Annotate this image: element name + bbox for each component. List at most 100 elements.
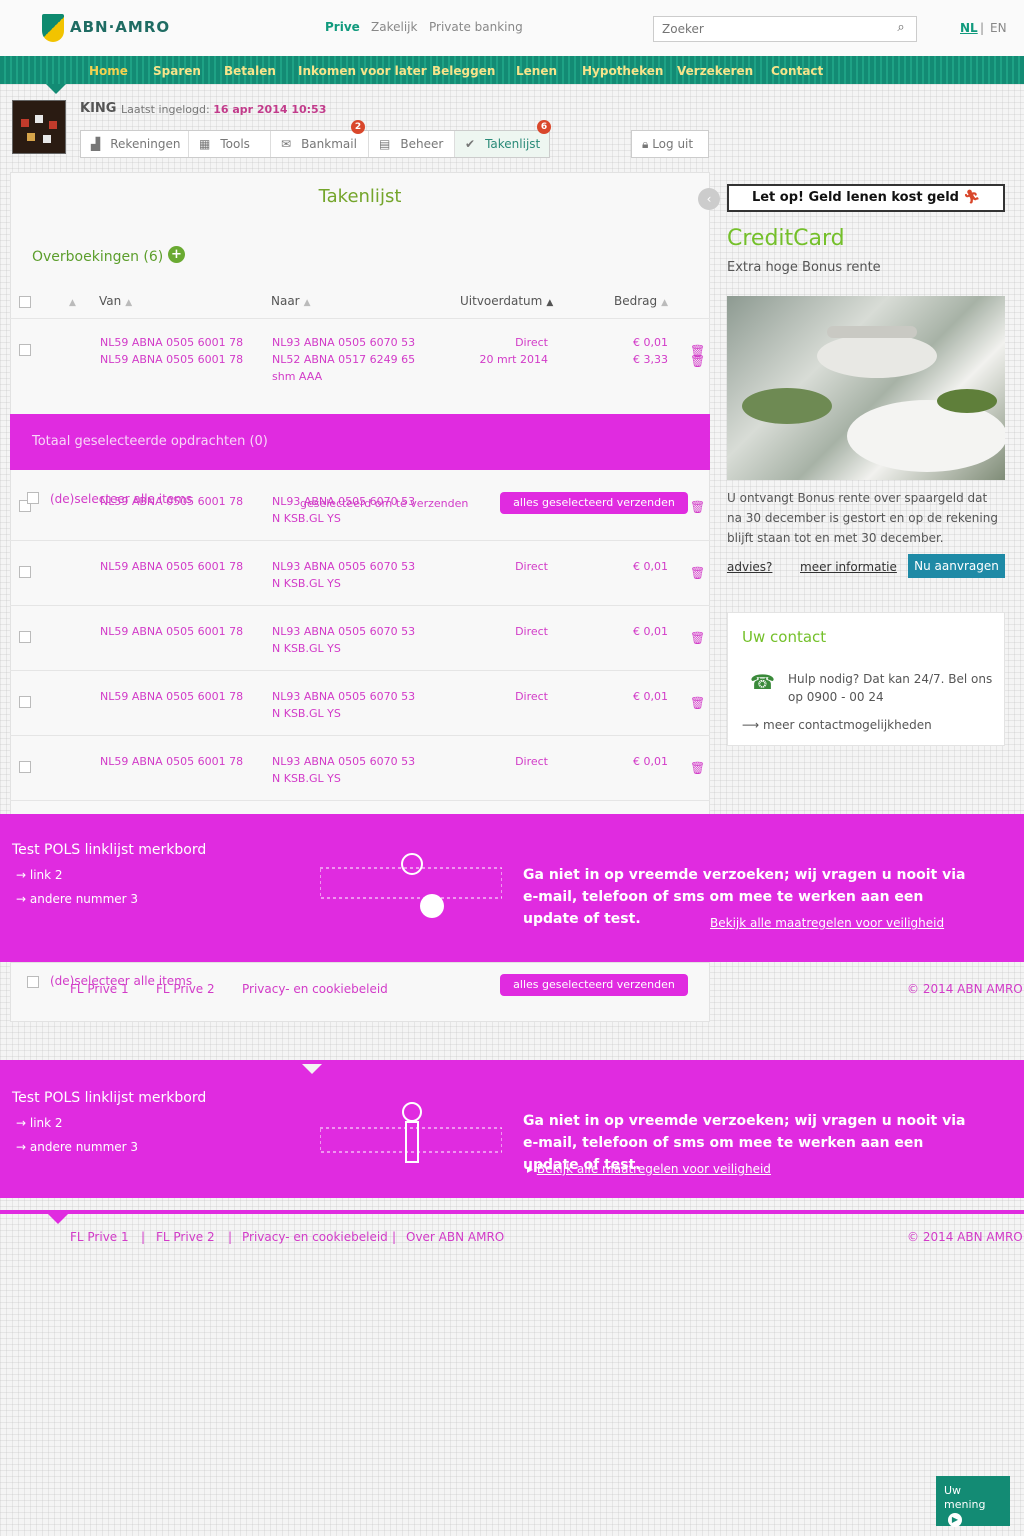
- row-to: NL93 ABNA 0505 6070 53: [272, 336, 416, 349]
- col-from[interactable]: Van ▲: [99, 294, 132, 308]
- security-link[interactable]: Bekijk alle maatregelen voor veiligheid: [710, 916, 944, 930]
- trash-icon[interactable]: 🗑︎: [690, 696, 705, 710]
- security-illustration: [319, 1100, 503, 1172]
- row-from: NL59 ABNA 0505 6001 78: [100, 690, 244, 703]
- row-to: NL93 ABNA 0505 6070 53: [272, 755, 416, 768]
- subnav-rekeningen[interactable]: ▟ Rekeningen: [81, 131, 189, 157]
- brand-logo[interactable]: ABN·AMRO: [42, 14, 177, 50]
- segment-zakelijk[interactable]: Zakelijk: [371, 20, 417, 34]
- row-date: Direct: [515, 690, 548, 703]
- feedback-button[interactable]: Uw mening ▶: [936, 1476, 1010, 1527]
- footer-bottom-link[interactable]: Privacy- en cookiebeleid: [242, 982, 388, 996]
- lock-icon: 🔒︎: [642, 137, 653, 151]
- footer-link[interactable]: → link 2: [16, 1116, 63, 1130]
- trash-icon[interactable]: 🗑︎: [690, 500, 705, 514]
- select-all-checkbox[interactable]: [27, 976, 39, 988]
- row-checkbox[interactable]: [19, 631, 31, 643]
- nav-contact[interactable]: Contact: [771, 64, 823, 78]
- row-amount: € 0,01: [633, 690, 668, 703]
- footer-link[interactable]: → andere nummer 3: [16, 892, 138, 906]
- footer-bottom-link[interactable]: Over ABN AMRO: [406, 1230, 504, 1244]
- row-separator: [10, 318, 710, 319]
- segment-private-banking[interactable]: Private banking: [429, 20, 523, 34]
- trash-icon[interactable]: 🗑︎: [690, 354, 705, 368]
- row-from: NL59 ABNA 0505 6001 78: [100, 353, 244, 366]
- subnav-beheer[interactable]: ▤ Beheer: [369, 131, 455, 157]
- row-date: Direct: [515, 336, 548, 349]
- row-date: Direct: [515, 560, 548, 573]
- row-checkbox[interactable]: [19, 696, 31, 708]
- nav-sparen[interactable]: Sparen: [153, 64, 201, 78]
- row-amount: € 0,01: [633, 755, 668, 768]
- nav-home[interactable]: Home: [89, 64, 128, 78]
- segment-prive[interactable]: Prive: [325, 20, 360, 34]
- nav-hypotheken[interactable]: Hypotheken: [582, 64, 663, 78]
- footer-separator: |: [228, 1230, 233, 1244]
- header-checkbox[interactable]: [19, 296, 31, 308]
- nav-pointer: [46, 84, 66, 94]
- row-date: Direct: [515, 625, 548, 638]
- copyright: © 2014 ABN AMRO: [907, 982, 1023, 996]
- footer-link[interactable]: → andere nummer 3: [16, 1140, 138, 1154]
- promo-image: [727, 296, 1005, 480]
- row-checkbox[interactable]: [19, 344, 31, 356]
- apply-button[interactable]: Nu aanvragen: [908, 554, 1005, 578]
- trash-icon[interactable]: 🗑︎: [690, 761, 705, 775]
- col-amount[interactable]: Bedrag ▲: [614, 294, 668, 308]
- trash-icon[interactable]: 🗑︎: [690, 566, 705, 580]
- nav-beleggen[interactable]: Beleggen: [432, 64, 495, 78]
- row-from: NL59 ABNA 0505 6001 78: [100, 495, 244, 508]
- footer-link[interactable]: → link 2: [16, 868, 63, 882]
- subnav-bankmail[interactable]: ✉ Bankmail: [271, 131, 369, 157]
- loan-warning-label: Let op! Geld lenen kost geld: [751, 190, 959, 205]
- footer-bottom-link[interactable]: FL Prive 2: [156, 1230, 215, 1244]
- search-icon[interactable]: ⌕: [893, 20, 909, 36]
- advice-link[interactable]: advies?: [727, 560, 772, 574]
- subnav-takenlijst[interactable]: ✔ Takenlijst: [455, 131, 549, 157]
- row-checkbox[interactable]: [19, 761, 31, 773]
- footer-bottom-link[interactable]: Privacy- en cookiebeleid: [242, 1230, 388, 1244]
- overlay-selected-text: geselecteerd om te verzenden: [300, 497, 469, 510]
- security-link[interactable]: ▸ Bekijk alle maatregelen voor veilighei…: [527, 1162, 771, 1176]
- more-info-link[interactable]: meer informatie: [800, 560, 897, 574]
- add-icon[interactable]: +: [168, 246, 185, 263]
- send-selected-button[interactable]: alles geselecteerd verzenden: [500, 974, 688, 996]
- footer-bottom-link[interactable]: FL Prive 1: [70, 1230, 129, 1244]
- lang-en[interactable]: EN: [990, 21, 1007, 35]
- row-to-name: N KSB.GL YS: [272, 772, 341, 785]
- sort-icon[interactable]: ▲: [65, 294, 76, 308]
- subnav-label: Rekeningen: [110, 137, 181, 151]
- row-separator: [10, 735, 710, 736]
- loan-warning-button[interactable]: Let op! Geld lenen kost geld 🏃︎: [727, 184, 1005, 212]
- avatar[interactable]: [12, 100, 66, 154]
- contact-title: Uw contact: [742, 628, 827, 646]
- row-from: NL59 ABNA 0505 6001 78: [100, 336, 244, 349]
- row-to-name: N KSB.GL YS: [272, 577, 341, 590]
- subnav-label: Takenlijst: [485, 137, 541, 151]
- nav-lenen[interactable]: Lenen: [516, 64, 557, 78]
- lang-nl[interactable]: NL: [960, 21, 978, 35]
- nav-betalen[interactable]: Betalen: [224, 64, 276, 78]
- row-amount: € 0,01: [633, 336, 668, 349]
- more-contact-link[interactable]: ⟶ meer contactmogelijkheden: [742, 718, 932, 732]
- nav-verzekeren[interactable]: Verzekeren: [677, 64, 753, 78]
- footer-bottom-link[interactable]: FL Prive 1: [70, 982, 129, 996]
- collapse-arrow-icon[interactable]: ‹: [698, 188, 720, 210]
- subnav-tools[interactable]: ▦ Tools: [189, 131, 271, 157]
- panel-title: Takenlijst: [318, 186, 402, 207]
- takenlijst-badge: 6: [537, 120, 551, 134]
- play-icon: ▶: [948, 1513, 962, 1527]
- col-date[interactable]: Uitvoerdatum ▲: [460, 294, 553, 308]
- phone-icon: ☎︎: [750, 670, 775, 694]
- logout-button[interactable]: 🔒︎ Log uit: [631, 130, 709, 158]
- col-to[interactable]: Naar ▲: [271, 294, 311, 308]
- footer-pointer: [48, 1214, 68, 1224]
- send-selected-button[interactable]: alles geselecteerd verzenden: [500, 492, 688, 514]
- nav-inkomen-voor-later[interactable]: Inkomen voor later: [298, 64, 427, 78]
- trash-icon[interactable]: 🗑︎: [690, 631, 705, 645]
- search-input[interactable]: [653, 16, 917, 42]
- row-checkbox[interactable]: [19, 566, 31, 578]
- footer-bottom-link[interactable]: FL Prive 2: [156, 982, 215, 996]
- row-separator: [10, 605, 710, 606]
- select-all-checkbox[interactable]: [27, 492, 39, 504]
